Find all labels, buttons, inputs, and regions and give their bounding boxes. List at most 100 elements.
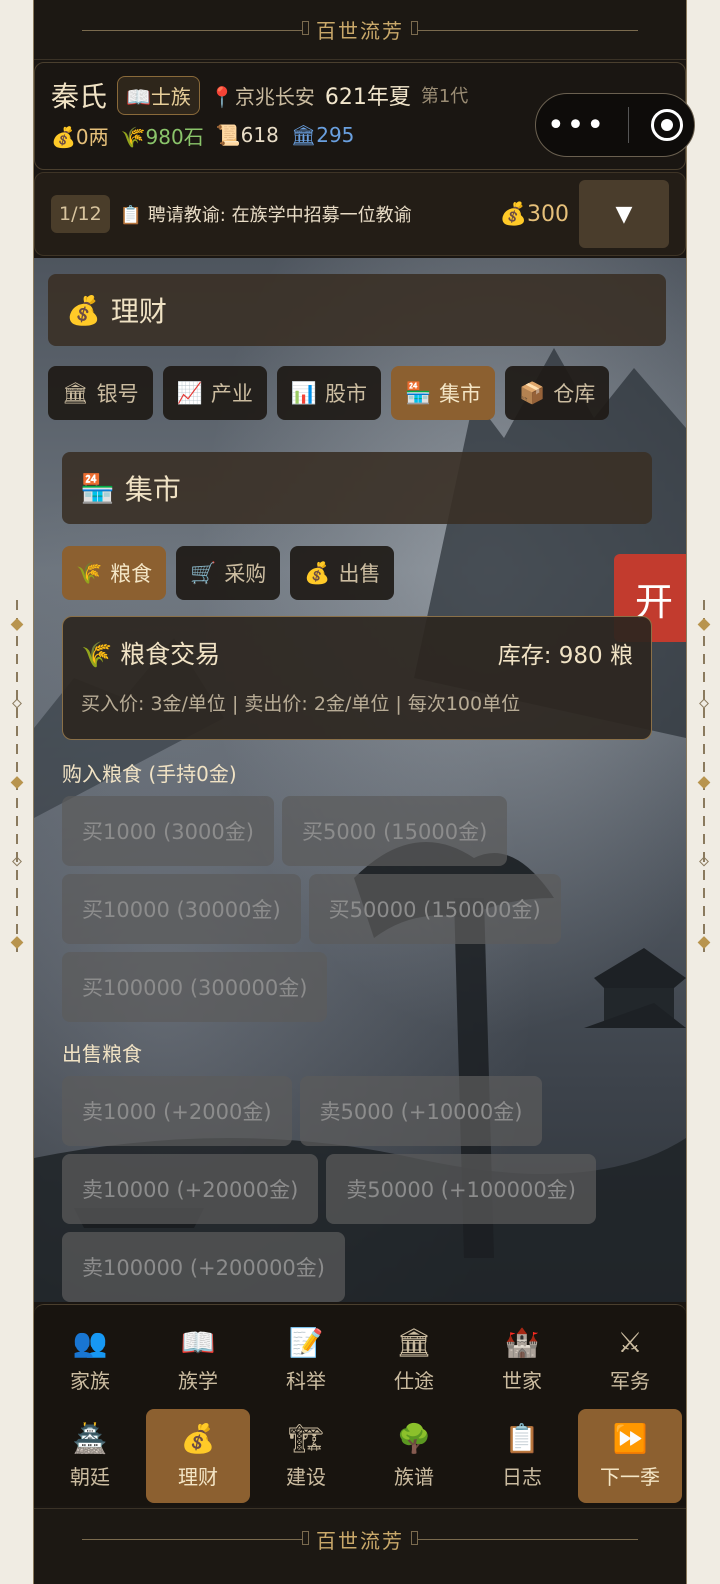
bank-icon: 🏛: [62, 380, 89, 405]
finance-title: 理财: [110, 295, 167, 328]
more-icon[interactable]: •••: [547, 108, 606, 143]
money-bag-icon: 💰: [304, 560, 331, 585]
sell-button[interactable]: 卖10000 (+20000金): [62, 1154, 319, 1224]
nav-career[interactable]: 🏛 仕途: [362, 1313, 466, 1407]
tab-sell[interactable]: 💰 出售: [290, 546, 395, 600]
main-content: 💰 理财 🏛 银号 📈 产业 📊 股市 🏪 集市 📦 仓库 🏪 集市 🌾 粮食 🛒 采购 💰 出…: [34, 258, 686, 1302]
sell-button[interactable]: 卖1000 (+2000金): [62, 1076, 292, 1146]
bottom-title-bar: 百世流芳: [34, 1508, 686, 1584]
frame-diamond: [697, 776, 710, 789]
package-icon: 📦: [519, 380, 546, 405]
year-season: 621年夏: [324, 85, 411, 110]
task-text: 📋 聘请教谕: 在族学中招募一位教谕: [120, 201, 490, 227]
bank-icon: 🏛: [290, 123, 317, 147]
footer-title: 百世流芳: [302, 1525, 418, 1554]
frame-diamond: [697, 936, 710, 949]
nav-court[interactable]: 🏯 朝廷: [38, 1409, 142, 1503]
nav-clans[interactable]: 🏰 世家: [470, 1313, 574, 1407]
market-tabs: 🌾 粮食 🛒 采购 💰 出售: [62, 546, 395, 600]
sell-button[interactable]: 卖5000 (+10000金): [299, 1076, 543, 1146]
bar-chart-icon: 📊: [290, 380, 317, 405]
nav-label: 仕途: [394, 1368, 434, 1393]
bank-icon: 🏛: [396, 1325, 432, 1359]
nav-label: 理财: [178, 1464, 218, 1489]
nav-label: 家族: [70, 1368, 110, 1393]
nav-row: 🏯 朝廷 💰 理财 🏗 建设 🌳 族谱 📋 日志 ⏩ 下一季: [38, 1409, 682, 1505]
buy-button[interactable]: 买10000 (30000金): [62, 874, 301, 944]
nav-genealogy[interactable]: 🌳 族谱: [362, 1409, 466, 1503]
tab-stocks[interactable]: 📊 股市: [276, 366, 381, 420]
bank-value: 295: [316, 123, 355, 147]
sell-buttons: 卖1000 (+2000金) 卖5000 (+10000金) 卖10000 (+…: [62, 1076, 652, 1302]
swords-icon: ⚔: [617, 1325, 643, 1359]
tab-purchase[interactable]: 🛒 采购: [176, 546, 281, 600]
right-frame: [686, 0, 720, 1584]
sell-button[interactable]: 卖50000 (+100000金): [326, 1154, 596, 1224]
tab-label: 出售: [338, 562, 381, 586]
buy-button[interactable]: 买1000 (3000金): [62, 796, 274, 866]
scroll-resource: 📜618: [216, 123, 279, 147]
grain-resource: 🌾980石: [121, 121, 204, 150]
tab-industry[interactable]: 📈 产业: [162, 366, 267, 420]
market-title: 集市: [124, 473, 181, 506]
title-line: [82, 30, 302, 31]
location-text: 京兆长安: [234, 84, 315, 109]
capsule-divider: [628, 107, 630, 143]
tab-bank[interactable]: 🏛 银号: [48, 366, 153, 420]
money-bag-icon: 💰: [180, 1421, 216, 1455]
money-resource: 💰0两: [51, 121, 109, 150]
sell-button[interactable]: 卖100000 (+200000金): [62, 1232, 345, 1302]
nav-row: 👥 家族 📖 族学 📝 科举 🏛 仕途 🏰 世家 ⚔ 军务: [38, 1313, 682, 1409]
book-icon: 📖: [180, 1325, 216, 1359]
tab-label: 采购: [224, 562, 267, 586]
tab-label: 集市: [439, 382, 482, 406]
task-dropdown-button[interactable]: ▼: [579, 180, 669, 248]
store-icon: 🏪: [80, 471, 115, 505]
nav-military[interactable]: ⚔ 军务: [578, 1313, 682, 1407]
tab-warehouse[interactable]: 📦 仓库: [505, 366, 610, 420]
nav-finance[interactable]: 💰 理财: [146, 1409, 250, 1503]
frame-diamond: [10, 776, 23, 789]
grain-trade-card: 🌾 粮食交易 库存: 980 粮 买入价: 3金/单位 | 卖出价: 2金/单位…: [62, 616, 652, 740]
nav-construction[interactable]: 🏗 建设: [254, 1409, 358, 1503]
nav-label: 下一季: [600, 1464, 660, 1489]
close-target-icon[interactable]: [651, 109, 684, 141]
buy-buttons: 买1000 (3000金) 买5000 (15000金) 买10000 (300…: [62, 796, 652, 1022]
money-value: 0两: [75, 124, 109, 149]
market-header: 🏪 集市: [62, 452, 652, 524]
buy-section-label: 购入粮食 (手持0金): [62, 762, 237, 786]
money-bag-icon: 💰: [499, 201, 527, 227]
buy-button[interactable]: 买100000 (300000金): [62, 952, 328, 1022]
family-surname: 秦氏: [51, 80, 108, 113]
people-icon: 👥: [72, 1325, 108, 1359]
nav-label: 世家: [502, 1368, 542, 1393]
nav-exam[interactable]: 📝 科举: [254, 1313, 358, 1407]
chart-up-icon: 📈: [176, 380, 203, 405]
frame-diamond: [11, 856, 22, 867]
clipboard-icon: 📋: [119, 205, 148, 226]
store-icon: 🏪: [404, 380, 432, 405]
nav-log[interactable]: 📋 日志: [470, 1409, 574, 1503]
app-title: 百世流芳: [302, 15, 418, 44]
grain-icon: 🌾: [120, 124, 146, 149]
scroll-icon: 📜: [215, 123, 241, 147]
castle-icon: 🏰: [504, 1325, 540, 1359]
task-bar: 1/12 📋 聘请教谕: 在族学中招募一位教谕 💰300 ▼: [34, 172, 686, 256]
nav-label: 科举: [286, 1368, 326, 1393]
tab-grain[interactable]: 🌾 粮食: [62, 546, 167, 600]
clan-badge[interactable]: 📖士族: [117, 75, 200, 115]
buy-button[interactable]: 买50000 (150000金): [308, 874, 561, 944]
buy-button[interactable]: 买5000 (15000金): [281, 796, 508, 866]
nav-school[interactable]: 📖 族学: [146, 1313, 250, 1407]
nav-label: 日志: [502, 1464, 542, 1489]
grain-prices: 买入价: 3金/单位 | 卖出价: 2金/单位 | 每次100单位: [81, 693, 521, 715]
nav-family[interactable]: 👥 家族: [38, 1313, 142, 1407]
task-description: 聘请教谕: 在族学中招募一位教谕: [147, 205, 412, 226]
pin-icon: 📍: [209, 84, 235, 109]
nav-next-season[interactable]: ⏩ 下一季: [578, 1409, 682, 1503]
tab-market[interactable]: 🏪 集市: [390, 366, 496, 420]
tab-label: 粮食: [110, 562, 153, 586]
miniprogram-capsule: •••: [535, 93, 695, 157]
memo-icon: 📝: [288, 1325, 324, 1359]
title-line: [82, 1539, 302, 1540]
